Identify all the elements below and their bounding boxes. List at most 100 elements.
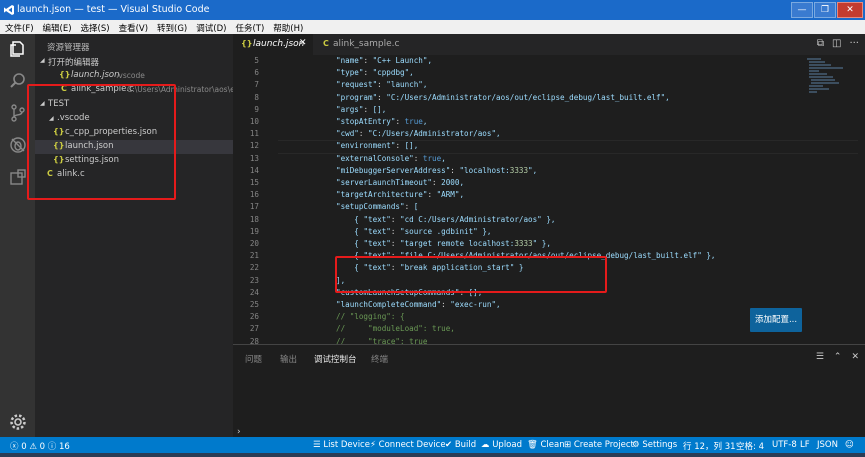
clear-console-icon[interactable]: ☰ <box>816 352 824 362</box>
window-title: launch.json — test — Visual Studio Code <box>17 4 210 15</box>
c-file-icon: C <box>323 39 329 48</box>
line-number: 23 <box>249 275 259 285</box>
line-number: 17 <box>249 202 259 212</box>
code-line[interactable]: "args": [], <box>336 105 386 114</box>
code-line[interactable]: "cwd": "C:/Users/Administrator/aos", <box>336 129 501 138</box>
code-line[interactable]: "name": "C++ Launch", <box>336 56 432 65</box>
minimize-button[interactable]: — <box>791 2 813 18</box>
code-line[interactable]: "program": "C:/Users/Administrator/aos/o… <box>336 93 670 102</box>
vscode-logo-icon <box>4 5 14 15</box>
explorer-icon[interactable] <box>8 39 28 59</box>
connect-device-button[interactable]: ⚡ Connect Device <box>370 440 446 450</box>
menu-help[interactable]: 帮助(H) <box>268 20 307 34</box>
collapse-arrow-icon: ◢ <box>40 57 45 64</box>
code-line[interactable]: "request": "launch", <box>336 80 427 89</box>
upload-button[interactable]: ☁ Upload <box>481 440 522 450</box>
menu-edit[interactable]: 编辑(E) <box>38 20 76 34</box>
code-line[interactable]: // "logging": { <box>336 312 405 321</box>
build-button[interactable]: ✔ Build <box>445 440 476 450</box>
maximize-button[interactable]: ❐ <box>814 2 836 18</box>
menu-file[interactable]: 文件(F) <box>0 20 38 34</box>
code-line[interactable]: { "text": "target remote localhost:3333"… <box>336 239 551 248</box>
line-number: 22 <box>249 263 259 273</box>
code-line[interactable]: "launchCompleteCommand": "exec-run", <box>336 300 501 309</box>
line-number: 13 <box>249 153 259 163</box>
list-device-button[interactable]: ☰ List Device <box>313 440 370 450</box>
extensions-icon[interactable] <box>8 167 28 187</box>
trash-icon: 🗑 <box>527 440 538 450</box>
line-number: 21 <box>249 251 259 261</box>
code-line[interactable]: // "trace": true <box>336 337 427 344</box>
editor-tabs: {} launch.json ✕ C alink_sample.c ⧉ ◫ ··… <box>233 34 865 55</box>
minimap[interactable] <box>805 57 845 97</box>
code-line[interactable]: "type": "cppdbg", <box>336 68 414 77</box>
code-highlight-box <box>335 256 607 293</box>
code-line[interactable]: "externalConsole": true, <box>336 154 446 163</box>
split-editor-icon[interactable]: ◫ <box>832 38 841 49</box>
cursor-position[interactable]: 行 12，列 31 <box>683 440 736 452</box>
code-line[interactable]: "stopAtEntry": true, <box>336 117 427 126</box>
line-number: 16 <box>249 190 259 200</box>
source-control-icon[interactable] <box>8 103 28 123</box>
title-bar: launch.json — test — Visual Studio Code … <box>0 0 865 20</box>
code-line[interactable]: "serverLaunchTimeout": 2000, <box>336 178 464 187</box>
line-number: 9 <box>254 104 259 114</box>
panel-tab-problems[interactable]: 问题 <box>245 353 262 365</box>
line-ending[interactable]: LF <box>800 440 810 450</box>
close-panel-icon[interactable]: ✕ <box>851 352 859 362</box>
code-line[interactable]: "setupCommands": [ <box>336 202 418 211</box>
code-line[interactable]: "miDebuggerServerAddress": "localhost:33… <box>336 166 537 175</box>
problems-counter[interactable]: ⓧ 0 ⚠ 0 ⓘ 16 <box>10 440 70 452</box>
line-number: 14 <box>249 165 259 175</box>
close-tab-icon[interactable]: ✕ <box>299 38 307 48</box>
console-prompt[interactable]: › <box>237 427 241 437</box>
feedback-smiley-icon[interactable]: ☺ <box>845 440 854 450</box>
panel-tab-debug-console[interactable]: 调试控制台 <box>314 353 357 365</box>
search-icon[interactable] <box>8 71 28 91</box>
line-number: 6 <box>254 68 259 78</box>
code-line[interactable]: "environment": [], <box>336 141 418 150</box>
encoding[interactable]: UTF-8 <box>772 440 797 450</box>
status-bar: ⓧ 0 ⚠ 0 ⓘ 16 ☰ List Device ⚡ Connect Dev… <box>0 437 865 453</box>
tab-alink-sample[interactable]: C alink_sample.c <box>313 34 405 55</box>
code-line[interactable]: // "moduleLoad": true, <box>336 324 455 333</box>
settings-button[interactable]: ⚙ Settings <box>632 440 677 450</box>
panel-tab-output[interactable]: 输出 <box>280 353 297 365</box>
line-number: 25 <box>249 300 259 309</box>
add-configuration-button[interactable]: 添加配置... <box>750 308 802 332</box>
warning-icon: ⚠ <box>29 442 37 452</box>
tab-launch-json[interactable]: {} launch.json ✕ <box>233 34 313 55</box>
clean-button[interactable]: 🗑 Clean <box>527 440 565 450</box>
menu-selection[interactable]: 选择(S) <box>76 20 114 34</box>
code-line[interactable]: { "text": "source .gdbinit" }, <box>336 227 491 236</box>
menu-view[interactable]: 查看(V) <box>114 20 152 34</box>
close-window-button[interactable]: ✕ <box>837 2 863 18</box>
sidebar-title: 资源管理器 <box>47 43 90 53</box>
settings-gear-icon[interactable] <box>8 412 28 432</box>
line-number: 18 <box>249 214 259 224</box>
open-editors-section[interactable]: ◢ 打开的编辑器 <box>35 55 233 68</box>
json-file-icon: {} <box>59 70 71 79</box>
error-icon: ⓧ <box>10 442 19 452</box>
open-editor-launch-json[interactable]: {} launch.json .vscode <box>35 69 233 83</box>
compare-icon[interactable]: ⧉ <box>817 38 824 49</box>
more-actions-icon[interactable]: ··· <box>849 38 859 49</box>
menu-goto[interactable]: 转到(G) <box>152 20 191 34</box>
maximize-panel-icon[interactable]: ⌃ <box>834 352 842 362</box>
build-icon: ✔ <box>445 440 453 450</box>
language-mode[interactable]: JSON <box>817 440 838 450</box>
menu-bar: 文件(F) 编辑(E) 选择(S) 查看(V) 转到(G) 调试(D) 任务(T… <box>0 20 865 34</box>
plus-box-icon: ⊞ <box>564 440 572 450</box>
code-line[interactable]: "targetArchitecture": "ARM", <box>336 190 464 199</box>
code-line[interactable]: { "text": "cd C:/Users/Administrator/aos… <box>336 215 555 224</box>
line-number: 5 <box>254 56 259 65</box>
line-number: 15 <box>249 178 259 187</box>
panel-tab-terminal[interactable]: 终端 <box>371 353 388 365</box>
create-project-button[interactable]: ⊞ Create Project <box>564 440 634 450</box>
menu-debug[interactable]: 调试(D) <box>191 20 230 34</box>
code-editor[interactable]: 5 "name": "C++ Launch", 6 "type": "cppdbg",… <box>233 55 865 344</box>
menu-tasks[interactable]: 任务(T) <box>230 20 268 34</box>
debug-icon[interactable] <box>8 135 28 155</box>
sidebar-highlight-box <box>27 84 176 200</box>
indentation[interactable]: 空格: 4 <box>736 440 764 452</box>
